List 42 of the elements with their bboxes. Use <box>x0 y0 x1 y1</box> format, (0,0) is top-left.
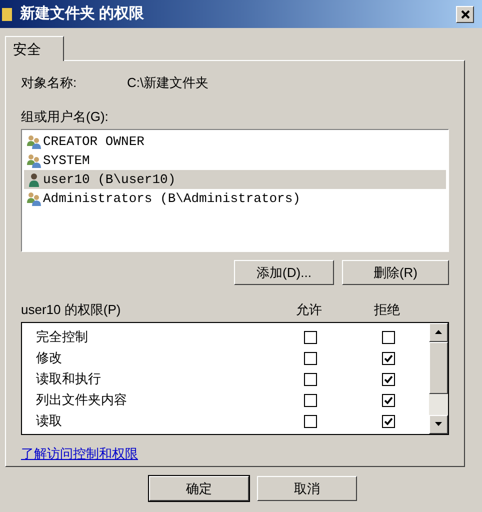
scrollbar[interactable] <box>429 322 448 434</box>
close-button[interactable] <box>456 6 474 22</box>
checkbox[interactable] <box>304 352 316 364</box>
cancel-button[interactable]: 取消 <box>257 476 357 501</box>
checkbox[interactable] <box>382 394 394 406</box>
users-icon <box>26 134 42 150</box>
user-list-item[interactable]: user10 (B\user10) <box>24 170 446 189</box>
up-arrow-icon <box>435 330 442 334</box>
permission-name: 完全控制 <box>35 328 89 346</box>
checkbox[interactable] <box>304 330 316 344</box>
user-list-item[interactable]: SYSTEM <box>24 151 446 170</box>
user-icon <box>26 172 42 188</box>
checkbox[interactable] <box>304 414 316 428</box>
checkbox[interactable] <box>382 414 394 428</box>
help-link[interactable]: 了解访问控制和权限 <box>21 444 138 463</box>
close-icon <box>460 10 470 18</box>
remove-button[interactable]: 删除(R) <box>342 260 449 285</box>
user-list-item[interactable]: CREATOR OWNER <box>24 132 446 151</box>
checkbox[interactable] <box>304 394 316 406</box>
users-icon <box>26 190 42 206</box>
object-name-label: 对象名称: <box>21 74 78 92</box>
checkbox[interactable] <box>382 372 394 386</box>
column-header: 拒绝 <box>373 301 401 319</box>
permission-name: 修改 <box>35 349 63 368</box>
ok-button[interactable]: 确定 <box>149 476 249 501</box>
users-icon <box>26 152 42 168</box>
window-title: 新建文件夹 的权限 <box>20 4 144 24</box>
permissions-label: user10 的权限(P) <box>21 301 122 319</box>
object-name-value: C:\新建文件夹 <box>127 74 209 92</box>
checkbox[interactable] <box>382 352 394 364</box>
permission-name: 列出文件夹内容 <box>35 391 128 410</box>
add-button[interactable]: 添加(D)... <box>234 260 334 285</box>
column-header: 允许 <box>295 301 323 319</box>
permission-name: 读取 <box>35 412 63 430</box>
checkbox[interactable] <box>382 330 394 344</box>
tab[interactable]: 安全 <box>5 36 64 61</box>
users-label: 组或用户名(G): <box>21 108 108 126</box>
folder-icon <box>2 6 12 22</box>
user-list-item[interactable]: Administrators (B\Administrators) <box>24 189 446 208</box>
checkbox[interactable] <box>304 372 316 386</box>
permission-name: 读取和执行 <box>35 370 102 388</box>
down-arrow-icon <box>435 422 442 426</box>
